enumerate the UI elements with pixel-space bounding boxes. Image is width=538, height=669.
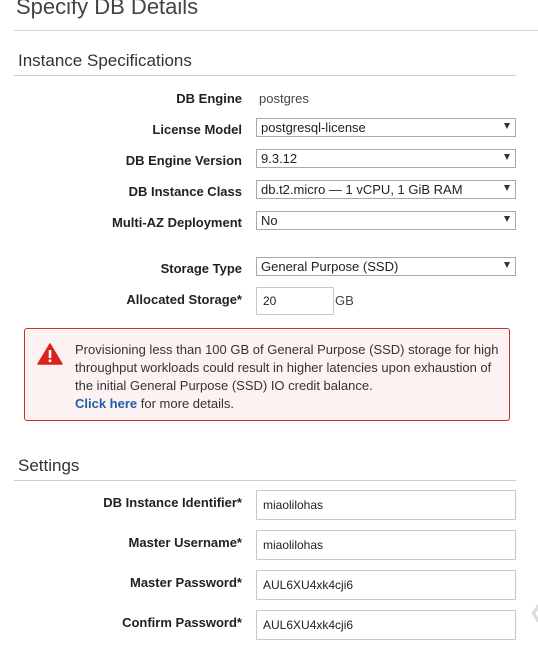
license-model-selected-value: postgresql-license bbox=[261, 120, 366, 135]
dropdown-arrow-icon bbox=[504, 216, 510, 222]
dropdown-arrow-icon bbox=[504, 123, 510, 129]
warning-triangle-icon bbox=[37, 343, 63, 365]
db-instance-identifier-label: DB Instance Identifier* bbox=[103, 495, 242, 510]
db-engine-version-label: DB Engine Version bbox=[125, 153, 242, 168]
master-username-input[interactable] bbox=[256, 530, 516, 560]
storage-warning-alert: Provisioning less than 100 GB of General… bbox=[24, 328, 510, 421]
title-divider bbox=[14, 30, 538, 31]
db-engine-version-select[interactable]: 9.3.12 bbox=[256, 149, 516, 168]
db-instance-identifier-input[interactable] bbox=[256, 490, 516, 520]
db-instance-class-selected-value: db.t2.micro — 1 vCPU, 1 GiB RAM bbox=[261, 182, 463, 197]
dropdown-arrow-icon bbox=[504, 262, 510, 268]
page-title: Specify DB Details bbox=[16, 0, 199, 19]
instance-specifications-divider bbox=[14, 75, 516, 76]
db-engine-label: DB Engine bbox=[176, 91, 242, 106]
storage-type-selected-value: General Purpose (SSD) bbox=[261, 259, 399, 274]
confirm-password-input[interactable] bbox=[256, 610, 516, 640]
master-password-input[interactable] bbox=[256, 570, 516, 600]
storage-warning-message: Provisioning less than 100 GB of General… bbox=[75, 342, 499, 393]
allocated-storage-unit: GB bbox=[335, 293, 354, 308]
storage-type-label: Storage Type bbox=[160, 261, 242, 276]
multi-az-deployment-select[interactable]: No bbox=[256, 211, 516, 230]
settings-divider bbox=[14, 480, 516, 481]
storage-warning-text: Provisioning less than 100 GB of General… bbox=[75, 341, 505, 413]
confirm-password-label: Confirm Password* bbox=[122, 615, 242, 630]
more-details-link[interactable]: Click here bbox=[75, 396, 137, 411]
allocated-storage-input[interactable] bbox=[256, 287, 334, 315]
dropdown-arrow-icon bbox=[504, 185, 510, 191]
license-model-label: License Model bbox=[152, 122, 242, 137]
chevron-left-icon[interactable]: ❮ bbox=[529, 602, 538, 623]
storage-warning-suffix: for more details. bbox=[137, 396, 234, 411]
multi-az-deployment-label: Multi-AZ Deployment bbox=[112, 215, 242, 230]
dropdown-arrow-icon bbox=[504, 154, 510, 160]
db-engine-version-selected-value: 9.3.12 bbox=[261, 151, 298, 166]
storage-type-select[interactable]: General Purpose (SSD) bbox=[256, 257, 516, 276]
settings-header: Settings bbox=[18, 456, 80, 475]
master-password-label: Master Password* bbox=[130, 575, 242, 590]
license-model-select[interactable]: postgresql-license bbox=[256, 118, 516, 137]
db-instance-class-label: DB Instance Class bbox=[128, 184, 242, 199]
allocated-storage-label: Allocated Storage* bbox=[126, 292, 242, 307]
instance-specifications-header: Instance Specifications bbox=[18, 51, 192, 70]
db-instance-class-select[interactable]: db.t2.micro — 1 vCPU, 1 GiB RAM bbox=[256, 180, 516, 199]
master-username-label: Master Username* bbox=[128, 535, 242, 550]
db-engine-value: postgres bbox=[259, 91, 309, 106]
multi-az-deployment-selected-value: No bbox=[261, 213, 278, 228]
